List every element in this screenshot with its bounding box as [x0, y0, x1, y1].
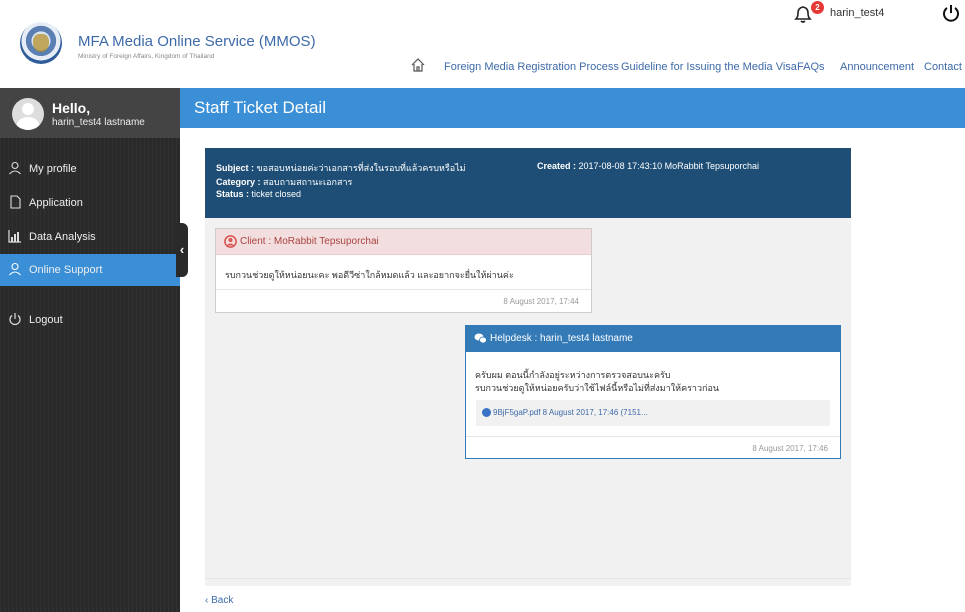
ministry-logo[interactable]: [20, 22, 62, 64]
sidebar-item-label: My profile: [29, 163, 77, 175]
nav-contact[interactable]: Contact: [924, 61, 962, 73]
helpdesk-message-line-1: ครับผม ตอนนี้กำลังอยู่ระหว่างการตรวจสอบน…: [475, 370, 671, 380]
sidebar-item-logout[interactable]: Logout: [0, 304, 180, 336]
user-icon: [9, 161, 21, 175]
nav-media-visa-guideline[interactable]: Guideline for Issuing the Media Visa: [621, 61, 797, 73]
sidebar-item-label: Application: [29, 197, 83, 209]
user-fullname: harin_test4 lastname: [52, 117, 145, 128]
download-icon: [482, 408, 491, 417]
helpdesk-message-line-2: รบกวนช่วยดูให้หน่อยครับว่าใช้ไฟล์นี้หรือ…: [475, 383, 720, 393]
bar-chart-icon: [8, 230, 21, 243]
back-link[interactable]: ‹ Back: [205, 595, 233, 606]
nav-faqs[interactable]: FAQs: [797, 61, 825, 73]
sidebar-collapse-toggle[interactable]: ‹: [176, 223, 188, 277]
brand-subtitle: Ministry of Foreign Affairs, Kingdom of …: [78, 53, 215, 60]
sidebar-item-online-support[interactable]: Online Support: [0, 254, 180, 286]
sidebar-item-data-analysis[interactable]: Data Analysis: [0, 221, 180, 253]
attachment-link[interactable]: 9BjF5gaP.pdf 8 August 2017, 17:46 (7151.…: [476, 400, 830, 426]
ticket-panel: Subject : ขอสอบหน่อยค่ะว่าเอกสารที่ส่งใน…: [205, 148, 851, 586]
helpdesk-message-header: Helpdesk : harin_test4 lastname: [466, 326, 840, 352]
divider: [466, 436, 840, 437]
chat-icon: [474, 333, 487, 344]
helpdesk-message-card: Helpdesk : harin_test4 lastname ครับผม ต…: [465, 325, 841, 459]
client-message-card: Client : MoRabbit Tepsuporchai รบกวนช่วย…: [215, 228, 592, 313]
page-title: Staff Ticket Detail: [194, 98, 326, 117]
ticket-category: Category : สอบถามสถานะเอกสาร: [216, 177, 353, 187]
divider: [205, 578, 851, 579]
greeting-text: Hello,: [52, 100, 91, 116]
support-icon: [9, 262, 21, 276]
attachment-text: 9BjF5gaP.pdf 8 August 2017, 17:46 (7151.…: [493, 408, 648, 417]
avatar: [12, 98, 44, 130]
sidebar-item-label: Data Analysis: [29, 231, 96, 243]
header-username[interactable]: harin_test4: [830, 7, 884, 19]
page-header: Staff Ticket Detail: [180, 88, 965, 128]
ticket-header: Subject : ขอสอบหน่อยค่ะว่าเอกสารที่ส่งใน…: [205, 148, 851, 218]
chevron-left-icon: ‹: [179, 242, 185, 257]
top-header: MFA Media Online Service (MMOS) Ministry…: [0, 0, 965, 88]
user-greeting: Hello, harin_test4 lastname: [0, 88, 180, 138]
client-message-body: รบกวนช่วยดูให้หน่อยนะคะ พอดีวีซ่าใกล้หมด…: [225, 270, 514, 280]
helpdesk-message-timestamp: 8 August 2017, 17:46: [752, 444, 828, 453]
sidebar-item-label: Online Support: [29, 264, 103, 276]
nav-foreign-media-registration[interactable]: Foreign Media Registration Process: [444, 61, 619, 73]
document-icon: [10, 195, 21, 209]
ticket-created: Created : 2017-08-08 17:43:10 MoRabbit T…: [537, 161, 759, 171]
power-icon[interactable]: [942, 3, 960, 23]
divider: [216, 289, 591, 290]
ticket-subject: Subject : ขอสอบหน่อยค่ะว่าเอกสารที่ส่งใน…: [216, 163, 466, 173]
power-icon: [9, 313, 21, 326]
ticket-status: Status : ticket closed: [216, 189, 302, 199]
brand-title[interactable]: MFA Media Online Service (MMOS): [78, 33, 316, 50]
user-circle-icon: [224, 235, 237, 248]
client-message-header: Client : MoRabbit Tepsuporchai: [216, 229, 591, 255]
sidebar-item-my-profile[interactable]: My profile: [0, 153, 180, 185]
nav-announcement[interactable]: Announcement: [840, 61, 914, 73]
client-message-timestamp: 8 August 2017, 17:44: [503, 297, 579, 306]
sidebar: Hello, harin_test4 lastname My profile A…: [0, 88, 180, 612]
sidebar-item-application[interactable]: Application: [0, 187, 180, 219]
home-icon[interactable]: [410, 57, 426, 73]
sidebar-item-label: Logout: [29, 314, 63, 326]
notification-badge[interactable]: 2: [811, 1, 824, 14]
